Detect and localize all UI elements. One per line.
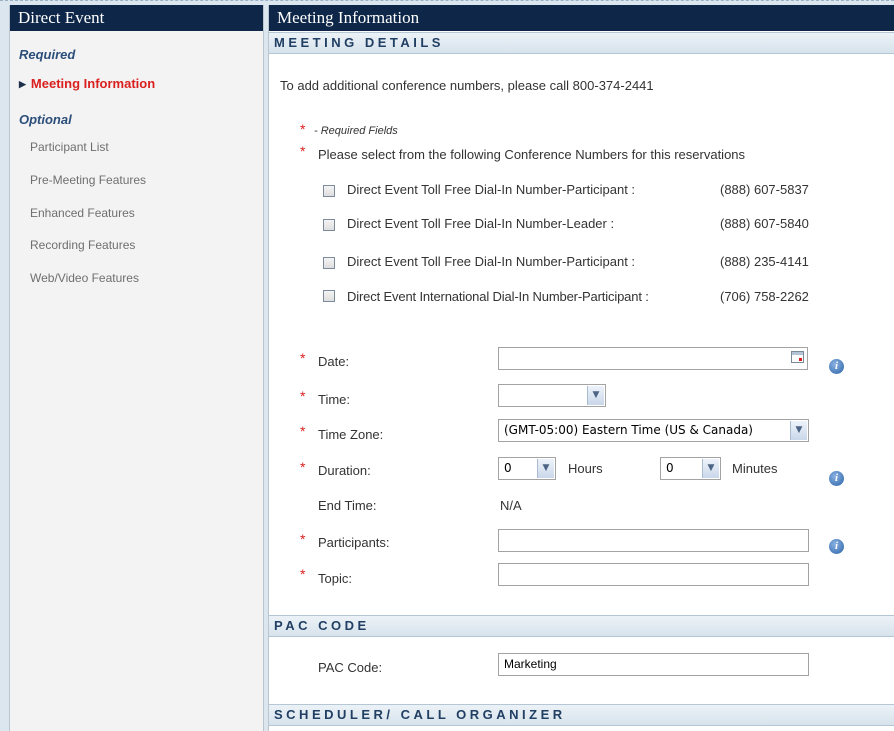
sidebar: Direct Event Required ▶ Meeting Informati… — [9, 5, 264, 731]
timezone-select-value: (GMT-05:00) Eastern Time (US & Canada) — [504, 423, 753, 437]
time-select[interactable]: ▼ — [498, 384, 606, 407]
sidebar-heading-required: Required — [19, 47, 76, 62]
sidebar-title: Direct Event — [10, 5, 263, 31]
required-star: * — [300, 459, 306, 475]
chevron-down-icon: ▼ — [790, 421, 807, 440]
topic-label: Topic: — [318, 571, 352, 586]
info-icon[interactable]: i — [829, 471, 844, 486]
conference-number-label: Direct Event Toll Free Dial-In Number-Le… — [347, 216, 615, 231]
sidebar-item-pre-meeting-features[interactable]: Pre-Meeting Features — [30, 173, 146, 187]
required-fields-note: - Required Fields — [314, 125, 398, 137]
required-star: * — [300, 350, 306, 366]
end-time-label: End Time: — [318, 498, 377, 513]
participants-label: Participants: — [318, 535, 390, 550]
conference-number-label: Direct Event Toll Free Dial-In Number-Pa… — [347, 254, 636, 269]
conference-number-checkbox[interactable] — [323, 257, 335, 269]
conference-number-label: Direct Event International Dial-In Numbe… — [347, 289, 649, 304]
conference-number-value: (888) 607-5840 — [720, 216, 809, 231]
hours-label: Hours — [568, 461, 603, 476]
chevron-down-icon: ▼ — [702, 459, 719, 478]
duration-hours-select[interactable]: 0 ▼ — [498, 457, 556, 480]
top-border — [0, 0, 894, 2]
sidebar-item-enhanced-features[interactable]: Enhanced Features — [30, 206, 135, 220]
required-star: * — [300, 566, 306, 582]
sidebar-item-web-video-features[interactable]: Web/Video Features — [30, 271, 139, 285]
section-header-meeting-details: MEETING DETAILS — [269, 32, 894, 54]
section-header-scheduler: SCHEDULER/ CALL ORGANIZER — [269, 704, 894, 726]
chevron-down-icon: ▼ — [587, 386, 604, 405]
info-icon[interactable]: i — [829, 359, 844, 374]
duration-label: Duration: — [318, 463, 371, 478]
duration-minutes-value: 0 — [666, 461, 674, 475]
required-star: * — [300, 423, 306, 439]
time-label: Time: — [318, 392, 351, 407]
timezone-select[interactable]: (GMT-05:00) Eastern Time (US & Canada) ▼ — [498, 419, 809, 442]
end-time-value: N/A — [500, 498, 522, 513]
chevron-down-icon: ▼ — [537, 459, 554, 478]
date-input[interactable] — [498, 347, 808, 370]
duration-hours-value: 0 — [504, 461, 512, 475]
info-icon[interactable]: i — [829, 539, 844, 554]
section-header-pac-code: PAC CODE — [269, 615, 894, 637]
participants-input[interactable] — [498, 529, 809, 552]
sidebar-item-label: Meeting Information — [30, 76, 156, 91]
sidebar-item-participant-list[interactable]: Participant List — [30, 140, 109, 154]
required-star: * — [300, 531, 306, 547]
conference-number-value: (888) 235-4141 — [720, 254, 809, 269]
required-star: * — [300, 388, 306, 404]
triangle-right-icon: ▶ — [19, 79, 26, 89]
required-star: * — [300, 121, 306, 137]
sidebar-item-meeting-information[interactable]: ▶ Meeting Information — [19, 76, 155, 91]
date-label: Date: — [318, 354, 350, 369]
conference-number-value: (888) 607-5837 — [720, 182, 809, 197]
conference-number-checkbox[interactable] — [323, 290, 335, 302]
conference-number-value: (706) 758-2262 — [720, 289, 809, 304]
pac-code-input[interactable]: Marketing — [498, 653, 809, 676]
conference-number-checkbox[interactable] — [323, 185, 335, 197]
main-panel: Meeting Information MEETING DETAILS To a… — [268, 5, 894, 731]
conference-intro-text: To add additional conference numbers, pl… — [280, 78, 654, 93]
sidebar-heading-optional: Optional — [19, 112, 72, 127]
minutes-label: Minutes — [732, 461, 778, 476]
conference-number-label: Direct Event Toll Free Dial-In Number-Pa… — [347, 182, 636, 197]
duration-minutes-select[interactable]: 0 ▼ — [660, 457, 721, 480]
conference-number-checkbox[interactable] — [323, 219, 335, 231]
page-title: Meeting Information — [269, 5, 894, 31]
topic-input[interactable] — [498, 563, 809, 586]
sidebar-item-recording-features[interactable]: Recording Features — [30, 238, 135, 252]
required-star: * — [300, 143, 306, 159]
timezone-label: Time Zone: — [318, 427, 384, 442]
pac-code-label: PAC Code: — [318, 660, 383, 675]
conference-select-prompt: Please select from the following Confere… — [318, 147, 746, 162]
